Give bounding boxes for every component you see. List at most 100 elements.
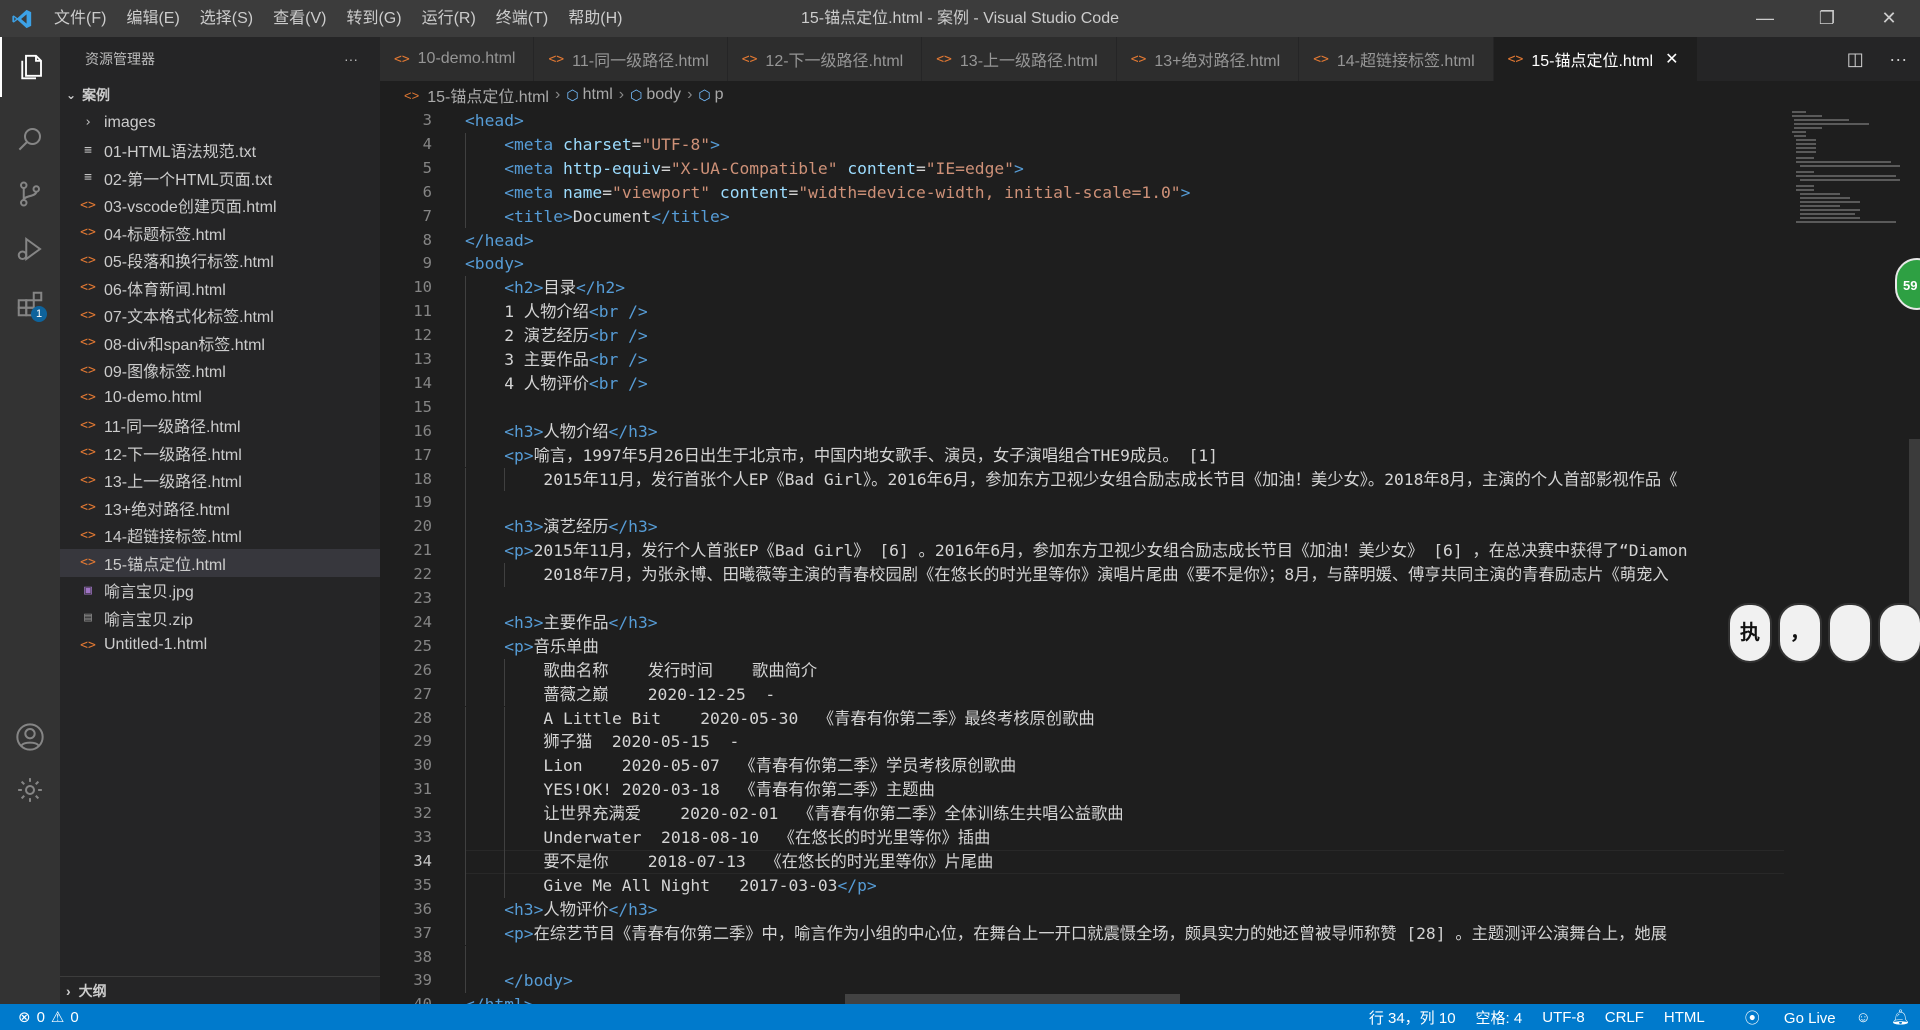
code-line[interactable]: 30 Lion 2020-05-07 《青春有你第二季》学员考核原创歌曲 — [380, 754, 1784, 779]
search-icon[interactable] — [0, 109, 60, 169]
code-line[interactable]: 4 <meta charset="UTF-8"> — [380, 132, 1784, 157]
code-line[interactable]: 25 <p>音乐单曲 — [380, 634, 1784, 659]
breadcrumb-html[interactable]: html — [583, 86, 613, 104]
code-line[interactable]: 23 — [380, 587, 1784, 611]
minimize-button[interactable]: — — [1734, 0, 1796, 37]
code-line[interactable]: 38 — [380, 945, 1784, 970]
code-line[interactable]: 22 2018年7月，为张永博、田曦薇等主演的青春校园剧《在悠长的时光里等你》演唱… — [380, 563, 1784, 587]
vertical-scrollbar[interactable] — [1909, 109, 1920, 1004]
editor-tab[interactable]: <> 10-demo.html — [380, 37, 535, 81]
menu-help[interactable]: 帮助(H) — [558, 0, 632, 37]
code-line[interactable]: 33 Underwater 2018-08-10 《在悠长的时光里等你》插曲 — [380, 826, 1784, 850]
more-actions-icon[interactable]: ··· — [344, 51, 358, 67]
feedback-icon[interactable]: ☺ — [1856, 1009, 1871, 1026]
code-line[interactable]: 5 <meta http-equiv="X-UA-Compatible" cont… — [380, 156, 1784, 181]
explorer-icon[interactable] — [0, 37, 60, 97]
code-line[interactable]: 12 2 演艺经历<br /> — [380, 324, 1784, 348]
more-actions-icon[interactable]: ··· — [1889, 49, 1907, 70]
code-line[interactable]: 7 <title>Document</title> — [380, 204, 1784, 229]
editor-tab[interactable]: <> 13-上一级路径.html — [922, 37, 1117, 81]
code-line[interactable]: 10 <h2>目录</h2> — [380, 276, 1784, 301]
file-item[interactable]: <> 10-demo.html — [60, 384, 380, 412]
code-line[interactable]: 28 A Little Bit 2020-05-30 《青春有你第二季》最终考核原… — [380, 706, 1784, 731]
file-item[interactable]: <> 08-div和span标签.html — [60, 329, 380, 357]
code-line[interactable]: 9 <body> — [380, 252, 1784, 276]
breadcrumb-file[interactable]: 15-锚点定位.html — [427, 83, 549, 107]
code-line[interactable]: 35 Give Me All Night 2017-03-03</p> — [380, 873, 1784, 898]
editor-tab[interactable]: <> 11-同一级路径.html — [534, 37, 728, 81]
file-item[interactable]: <> 15-锚点定位.html — [60, 549, 380, 577]
file-item[interactable]: <> Untitled-1.html — [60, 632, 380, 660]
file-item[interactable]: <> 13+绝对路径.html — [60, 494, 380, 522]
editor-tab[interactable]: <> 12-下一级路径.html — [727, 37, 923, 81]
file-item[interactable]: <> 07-文本格式化标签.html — [60, 302, 380, 330]
split-editor-icon[interactable]: ◫ — [1847, 49, 1864, 70]
code-line[interactable]: 13 3 主要作品<br /> — [380, 348, 1784, 372]
code-line[interactable]: 39 </body> — [380, 969, 1784, 994]
restore-button[interactable]: ❐ — [1796, 0, 1858, 37]
problems-indicator[interactable]: ⊗ 0 ⚠ 0 — [0, 1008, 79, 1027]
code-line[interactable]: 21 <p>2015年11月，发行个人首张EP《Bad Girl》 [6] 。20… — [380, 539, 1784, 564]
code-line[interactable]: 15 — [380, 395, 1784, 420]
code-line[interactable]: 11 1 人物介绍<br /> — [380, 300, 1784, 325]
indentation[interactable]: 空格: 4 — [1476, 1007, 1523, 1028]
source-control-icon[interactable] — [0, 164, 60, 224]
file-item[interactable]: <> 09-图像标签.html — [60, 357, 380, 385]
notifications-bell-icon[interactable]: 🔔︎ — [1891, 1008, 1910, 1026]
menu-terminal[interactable]: 终端(T) — [486, 0, 558, 37]
file-item[interactable]: ≡ 02-第一个HTML页面.txt — [60, 164, 380, 192]
settings-gear-icon[interactable] — [0, 760, 60, 820]
file-item[interactable]: <> 04-标题标签.html — [60, 219, 380, 247]
code-line[interactable]: 17 <p>喻言，1997年5月26日出生于北京市，中国内地女歌手、演员，女子演唱… — [380, 443, 1784, 468]
scrollbar-thumb[interactable] — [1909, 439, 1920, 629]
account-icon[interactable] — [0, 707, 60, 767]
menu-selection[interactable]: 选择(S) — [190, 0, 263, 37]
editor-tab[interactable]: <> 14-超链接标签.html — [1299, 37, 1494, 81]
run-debug-icon[interactable] — [0, 219, 60, 279]
code-line[interactable]: 34 要不是你 2018-07-13 《在悠长的时光里等你》片尾曲 — [380, 849, 1784, 874]
menu-run[interactable]: 运行(R) — [412, 0, 486, 37]
menu-view[interactable]: 查看(V) — [263, 0, 336, 37]
file-item[interactable]: <> 06-体育新闻.html — [60, 274, 380, 302]
code-line[interactable]: 8 </head> — [380, 229, 1784, 253]
code-line[interactable]: 27 蔷薇之巅 2020-12-25 - — [380, 682, 1784, 707]
file-item[interactable]: <> 11-同一级路径.html — [60, 412, 380, 440]
file-item[interactable]: ▤ 喻言宝贝.zip — [60, 604, 380, 632]
code-line[interactable]: 36 <h3>人物评价</h3> — [380, 897, 1784, 922]
cursor-position[interactable]: 行 34，列 10 — [1369, 1007, 1456, 1028]
breadcrumb-p[interactable]: p — [715, 86, 724, 104]
code-editor[interactable]: 3 <head> 4 <meta charset="UTF-8"> 5 <meta htt… — [380, 109, 1784, 1004]
file-item[interactable]: <> 14-超链接标签.html — [60, 522, 380, 550]
go-live-button[interactable]: ⦿ Go Live — [1725, 1007, 1836, 1028]
code-line[interactable]: 37 <p>在综艺节目《青春有你第二季》中，喻言作为小组的中心位，在舞台上一开口就… — [380, 921, 1784, 946]
code-line[interactable]: 14 4 人物评价<br /> — [380, 371, 1784, 396]
code-line[interactable]: 40 </html> — [380, 993, 1784, 1004]
encoding[interactable]: UTF-8 — [1542, 1009, 1585, 1026]
code-line[interactable]: 31 YES!OK! 2020-03-18 《青春有你第二季》主题曲 — [380, 778, 1784, 803]
code-line[interactable]: 32 让世界充满爱 2020-02-01 《青春有你第二季》全体训练生共唱公益歌曲 — [380, 802, 1784, 826]
code-line[interactable]: 29 狮子猫 2020-05-15 - — [380, 730, 1784, 755]
menu-go[interactable]: 转到(G) — [336, 0, 411, 37]
extensions-icon[interactable]: 1 — [0, 274, 60, 334]
file-item[interactable]: <> 12-下一级路径.html — [60, 439, 380, 467]
code-line[interactable]: 6 <meta name="viewport" content="width=de… — [380, 180, 1784, 205]
file-item[interactable]: <> 03-vscode创建页面.html — [60, 192, 380, 220]
code-line[interactable]: 24 <h3>主要作品</h3> — [380, 610, 1784, 635]
minimap[interactable] — [1784, 109, 1909, 1004]
outline-section[interactable]: › 大纲 — [60, 976, 380, 1004]
code-line[interactable]: 26 歌曲名称 发行时间 歌曲简介 — [380, 658, 1784, 683]
code-line[interactable]: 20 <h3>演艺经历</h3> — [380, 515, 1784, 540]
file-item[interactable]: <> 05-段落和换行标签.html — [60, 247, 380, 275]
file-item[interactable]: ▣ 喻言宝贝.jpg — [60, 577, 380, 605]
code-line[interactable]: 16 <h3>人物介绍</h3> — [380, 419, 1784, 444]
file-item[interactable]: ≡ 01-HTML语法规范.txt — [60, 137, 380, 165]
menu-file[interactable]: 文件(F) — [44, 0, 116, 37]
code-line[interactable]: 19 — [380, 491, 1784, 516]
close-window-button[interactable]: ✕ — [1858, 0, 1920, 37]
line-ending[interactable]: CRLF — [1605, 1009, 1644, 1026]
workspace-folder[interactable]: ⌄ 案例 — [60, 81, 380, 109]
breadcrumb-body[interactable]: body — [646, 86, 681, 104]
editor-tab[interactable]: <> 13+绝对路径.html — [1116, 37, 1300, 81]
folder-item[interactable]: › images — [60, 109, 380, 137]
language-mode[interactable]: HTML — [1664, 1009, 1705, 1026]
